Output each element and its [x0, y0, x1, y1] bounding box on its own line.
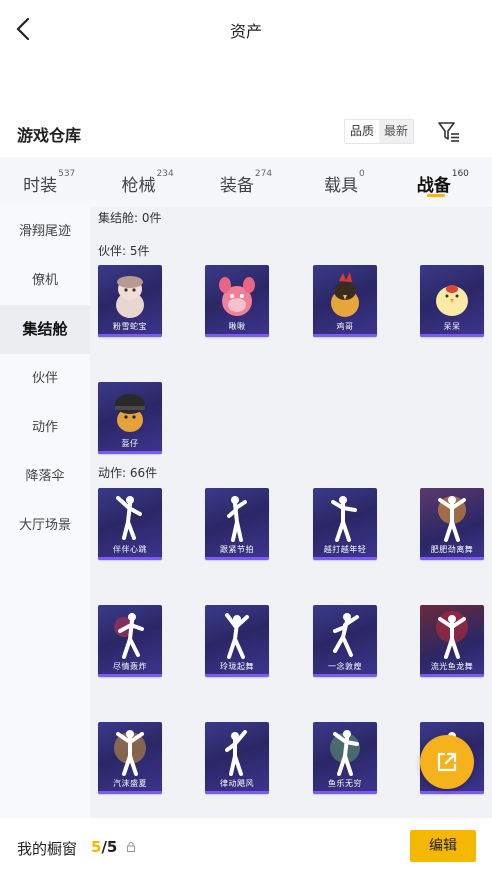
dance-pose-icon: [331, 496, 357, 542]
sidebar-item-wingman[interactable]: 僚机: [0, 256, 90, 305]
tab-equipment[interactable]: 装备274: [197, 157, 295, 207]
partner-name: 盔仔: [121, 439, 139, 448]
sidebar-item-partner[interactable]: 伙伴: [0, 354, 90, 403]
action-name: 鱼乐无穷: [328, 779, 362, 788]
action-name: 伴伴心跳: [113, 545, 147, 554]
tab-weapons[interactable]: 枪械234: [98, 157, 196, 207]
partner-card[interactable]: 啾啾: [205, 265, 269, 337]
item-grid-area: 集结舱: 0件 伙伴: 5件 粉雪蛇宝 啾啾 鸡哥 呆呆 盔仔 动作: 66件 …: [90, 207, 492, 818]
sidebar: 滑翔尾迹 僚机 集结舱 伙伴 动作 降落伞 大厅场景: [0, 207, 90, 818]
showcase-label: 我的橱窗: [17, 840, 78, 858]
dance-pose-icon: [333, 613, 359, 657]
action-name: 尽情轰炸: [113, 662, 147, 671]
splash-dance-icon: [330, 730, 360, 776]
partner-name: 粉雪蛇宝: [113, 322, 147, 331]
action-card[interactable]: 玲珑起舞: [205, 605, 269, 677]
action-card[interactable]: 律动飓风: [205, 722, 269, 794]
share-external-icon: [437, 752, 457, 772]
chick-icon: [436, 285, 468, 316]
action-name: 越打越年轻: [323, 545, 367, 554]
action-card[interactable]: 鱼乐无穷: [313, 722, 377, 794]
edit-button[interactable]: 编辑: [410, 830, 476, 862]
tab-fashion[interactable]: 时装537: [0, 157, 98, 207]
fire-dance-icon: [438, 496, 466, 542]
partner-card[interactable]: 呆呆: [420, 265, 484, 337]
action-card[interactable]: 越打越年轻: [313, 488, 377, 560]
dance-pose-icon: [225, 730, 247, 776]
dragon-dance-icon: [436, 611, 468, 659]
page-title: 资产: [229, 22, 262, 41]
dance-pose-icon: [227, 496, 247, 542]
action-card[interactable]: 肥肥劲离舞: [420, 488, 484, 560]
sort-quality-button[interactable]: 品质: [345, 120, 379, 143]
partner-name: 呆呆: [443, 322, 461, 331]
dance-pose-icon: [225, 613, 249, 659]
action-card[interactable]: 汽沫盛夏: [98, 722, 162, 794]
warehouse-title: 游戏仓库: [17, 126, 82, 145]
partner-name: 啾啾: [228, 322, 246, 331]
sidebar-item-capsule[interactable]: 集结舱: [0, 305, 90, 354]
tab-combat-prep[interactable]: 战备160: [394, 157, 492, 207]
category-tabs: 时装537 枪械234 装备274 载具0 战备160: [0, 157, 492, 207]
sidebar-item-parachute[interactable]: 降落伞: [0, 452, 90, 501]
section-action-label: 动作: 66件: [98, 466, 158, 480]
action-name: 律动飓风: [220, 779, 254, 788]
pink-creature-icon: [219, 277, 255, 316]
sidebar-item-lobby-scene[interactable]: 大厅场景: [0, 501, 90, 550]
partner-card[interactable]: 粉雪蛇宝: [98, 265, 162, 337]
helmet-bird-icon: [115, 394, 145, 432]
section-capsule-label: 集结舱: 0件: [98, 211, 162, 225]
partner-card[interactable]: 鸡哥: [313, 265, 377, 337]
dance-pose-icon: [116, 496, 142, 540]
action-card[interactable]: 一念敦煌: [313, 605, 377, 677]
snake-mascot-icon: [116, 276, 144, 318]
action-card[interactable]: 跟紧节拍: [205, 488, 269, 560]
filter-icon[interactable]: [437, 121, 461, 143]
tab-vehicles[interactable]: 载具0: [295, 157, 393, 207]
action-name: 汽沫盛夏: [113, 779, 147, 788]
chicken-icon: [331, 272, 359, 317]
action-card[interactable]: 伴伴心跳: [98, 488, 162, 560]
action-card[interactable]: 流光鱼龙舞: [420, 605, 484, 677]
sparkle-dance-icon: [114, 730, 146, 776]
action-name: 跟紧节拍: [220, 545, 254, 554]
action-card[interactable]: 尽情轰炸: [98, 605, 162, 677]
action-name: 玲珑起舞: [220, 662, 254, 671]
showcase-count: 5/5: [91, 838, 118, 856]
burst-dance-icon: [114, 613, 144, 659]
section-partner-label: 伙伴: 5件: [98, 244, 150, 258]
action-name: 流光鱼龙舞: [430, 662, 474, 671]
sort-toggle: 品质 最新: [344, 119, 415, 144]
sidebar-item-glide-trail[interactable]: 滑翔尾迹: [0, 207, 90, 256]
showcase-bar: 我的橱窗 5/5 编辑: [0, 818, 492, 876]
lock-icon: [127, 842, 135, 852]
share-button[interactable]: [420, 735, 474, 789]
active-tab-indicator: [426, 194, 445, 197]
sidebar-item-action[interactable]: 动作: [0, 403, 90, 452]
partner-name: 鸡哥: [336, 322, 354, 331]
partner-card[interactable]: 盔仔: [98, 382, 162, 454]
action-name: 肥肥劲离舞: [430, 545, 474, 554]
sort-latest-button[interactable]: 最新: [379, 120, 414, 143]
assets-page: 资产 游戏仓库 品质 最新 时装537 枪械234 装备274 载具0 战备16…: [0, 0, 492, 876]
action-name: 一念敦煌: [328, 662, 362, 671]
